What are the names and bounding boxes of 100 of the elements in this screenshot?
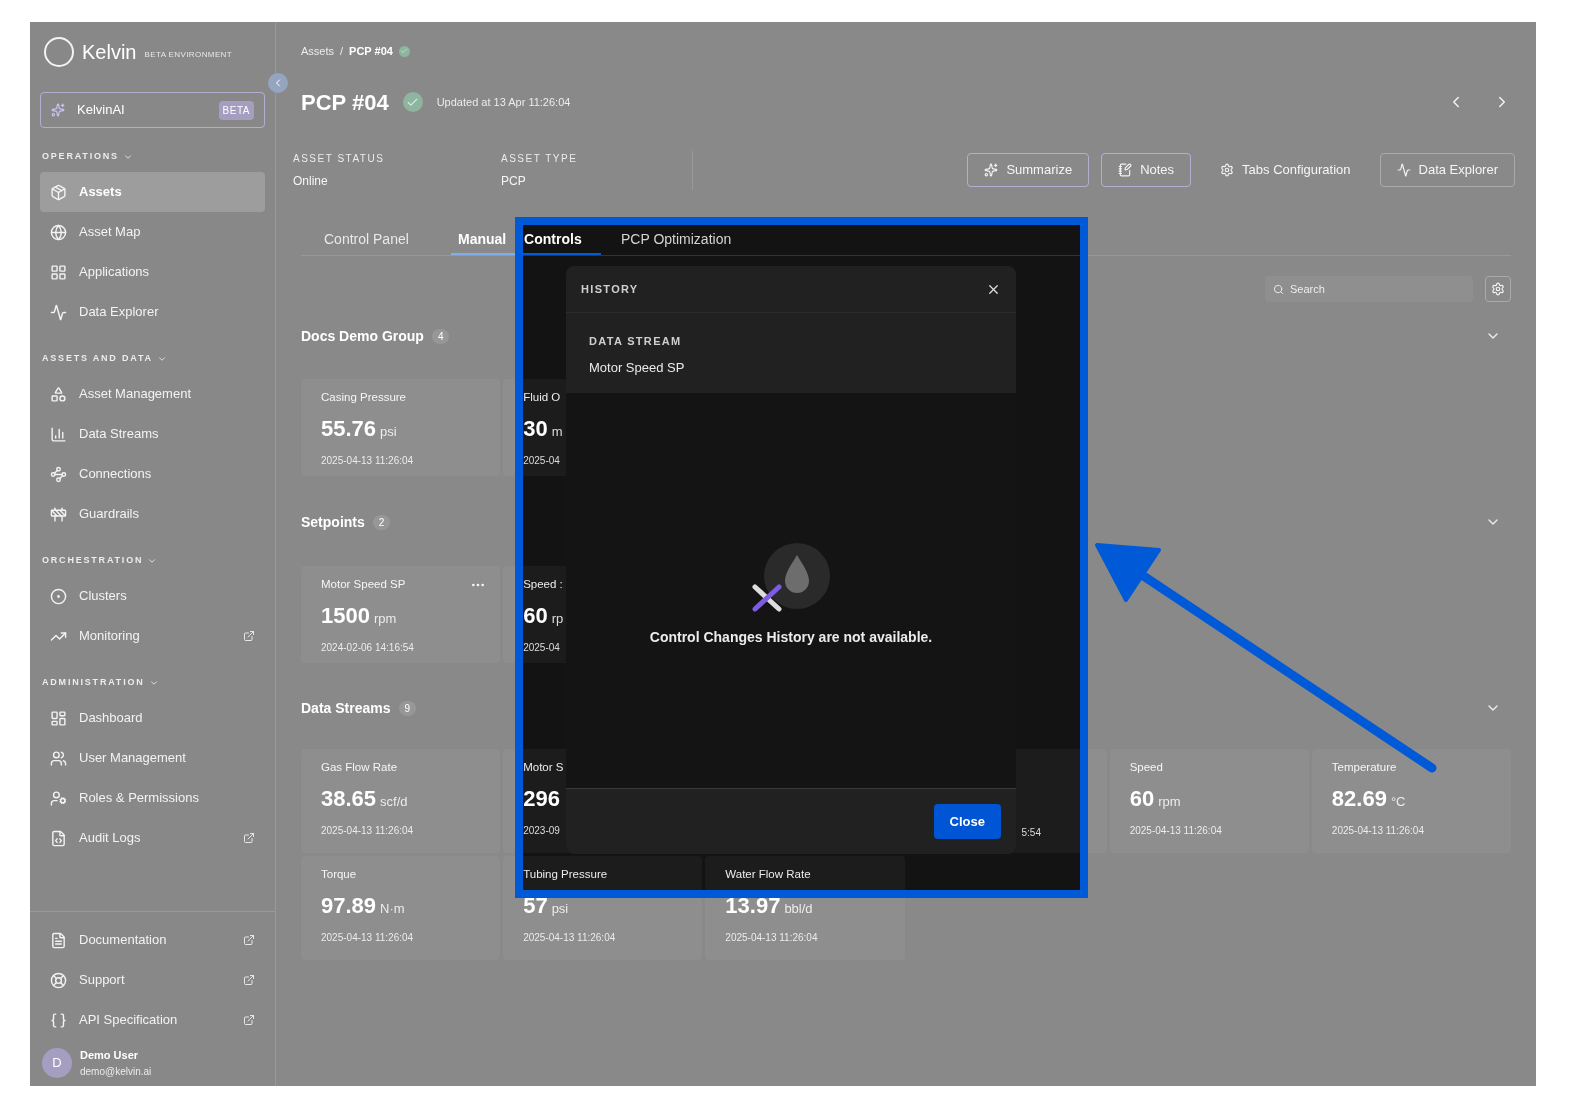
nav-item[interactable]: Asset Map [40, 212, 265, 252]
nav-icon [50, 1011, 67, 1029]
card-value: 60 [523, 602, 548, 631]
card-unit: scf/d [380, 793, 408, 812]
section-heading: ORCHESTRATION [42, 554, 144, 568]
nav-icon [50, 223, 67, 241]
timestamp: 2025-04-13 11:26:04 [523, 931, 617, 946]
count-badge: 9 [398, 700, 417, 716]
card-label: Torque [321, 867, 357, 882]
user-email: demo@kelvin.ai [80, 1064, 152, 1079]
logo-text: Kelvin [82, 40, 137, 65]
nav-icon [50, 505, 67, 523]
nav-label: Asset Map [79, 223, 142, 242]
card-value: 97.89 [321, 892, 377, 921]
nav-item[interactable]: Guardrails [40, 494, 265, 534]
environment-label: BETA ENVIRONMENT [144, 49, 233, 61]
nav-item[interactable]: Roles & Permissions [40, 778, 265, 818]
timestamp: 5:54 [1021, 827, 1041, 838]
breadcrumb-link[interactable]: Assets [301, 42, 334, 60]
nav-icon [50, 303, 67, 321]
card-unit: psi [551, 900, 569, 919]
nav-icon [50, 829, 67, 847]
card-value: 13.97 [725, 892, 781, 921]
breadcrumb-separator: / [340, 43, 344, 59]
tab[interactable]: PCP Optimization [601, 226, 781, 255]
card-value: 30 [523, 415, 548, 444]
settings-button[interactable] [1485, 276, 1511, 302]
nav-item[interactable]: Data Streams [40, 414, 265, 454]
external-link-icon [243, 832, 255, 844]
action-button[interactable]: Summarize [967, 153, 1090, 187]
timestamp: 2025-04-13 11:26:04 [725, 931, 819, 946]
timestamp: 2025-04 [523, 454, 561, 469]
nav-icon [50, 971, 67, 989]
section-heading: OPERATIONS [42, 150, 119, 164]
section-heading: ASSETS AND DATA [42, 352, 153, 366]
chevron-down-icon[interactable] [147, 556, 158, 566]
card-value: 38.65 [321, 785, 377, 814]
nav-item[interactable]: Applications [40, 252, 265, 292]
nav-icon [50, 931, 67, 949]
nav-item[interactable]: Documentation [40, 920, 265, 960]
nav-label: Documentation [79, 931, 168, 950]
count-badge: 4 [431, 328, 450, 344]
nav-item[interactable]: Audit Logs [40, 818, 265, 858]
card-label: Temperature [1331, 760, 1397, 775]
nav-item[interactable]: Assets [40, 172, 265, 212]
check-icon [398, 45, 410, 57]
close-button[interactable]: Close [933, 804, 1001, 839]
nav-item[interactable]: Clusters [40, 576, 265, 616]
timestamp: 2025-04-13 11:26:04 [321, 824, 415, 839]
nav-item[interactable]: API Specification [40, 1000, 265, 1040]
user-avatar[interactable]: D [42, 1048, 72, 1078]
nav-item[interactable]: Dashboard [40, 698, 265, 738]
card-value: 55.76 [321, 415, 377, 444]
chevron-down-icon[interactable] [122, 152, 133, 162]
button-icon [1118, 163, 1133, 177]
search-field[interactable]: Search [1265, 276, 1473, 302]
card-value: 1500 [321, 602, 370, 631]
collapse-sidebar-button[interactable] [268, 73, 288, 93]
nav-item[interactable]: User Management [40, 738, 265, 778]
nav-label: Data Streams [79, 425, 160, 444]
nav-icon [50, 385, 67, 403]
tab[interactable]: Control Panel [309, 226, 451, 255]
nav-item[interactable]: Asset Management [40, 374, 265, 414]
card-unit: °C [1390, 793, 1406, 812]
timestamp: 2025-04 [523, 641, 561, 656]
button-icon [1220, 163, 1235, 177]
nav-item[interactable]: Data Explorer [40, 292, 265, 332]
check-icon [402, 92, 423, 112]
nav-label: Roles & Permissions [79, 789, 200, 808]
nav-label: Audit Logs [79, 829, 142, 848]
card-label: Gas Flow Rate [321, 760, 398, 775]
nav-item[interactable]: Support [40, 960, 265, 1000]
group-title: Setpoints [301, 512, 365, 532]
nav-icon [50, 749, 67, 767]
card-label: Casing Pressure [321, 390, 406, 405]
dialog-title: HISTORY [581, 281, 639, 297]
card-value: 57 [523, 892, 548, 921]
card-label: Fluid O [523, 390, 561, 405]
chevron-down-icon[interactable] [156, 354, 167, 364]
count-badge: 2 [372, 514, 391, 530]
action-button[interactable]: Data Explorer [1379, 153, 1515, 187]
nav-label: Applications [79, 263, 151, 282]
card-unit: psi [380, 423, 397, 442]
group-title: Data Streams [301, 698, 391, 718]
settings-icon [1491, 282, 1505, 296]
timestamp: 2025-04-13 11:26:04 [321, 931, 415, 946]
ai-assistant-button[interactable]: KelvinAI BETA [40, 92, 265, 128]
action-button[interactable]: Tabs Configuration [1203, 153, 1368, 187]
nav-icon [50, 263, 67, 281]
action-button[interactable]: Notes [1101, 153, 1192, 187]
nav-item[interactable]: Monitoring [40, 616, 265, 656]
asset-title: PCP #04 [301, 88, 389, 117]
card-unit: N·m [380, 900, 405, 919]
chevron-down-icon[interactable] [148, 678, 159, 688]
card-unit: bbl/d [784, 900, 813, 919]
nav-item[interactable]: Connections [40, 454, 265, 494]
nav-icon [50, 465, 67, 483]
card-value: 82.69 [1331, 785, 1387, 814]
nav-label: Guardrails [79, 505, 140, 524]
external-link-icon [243, 630, 255, 642]
